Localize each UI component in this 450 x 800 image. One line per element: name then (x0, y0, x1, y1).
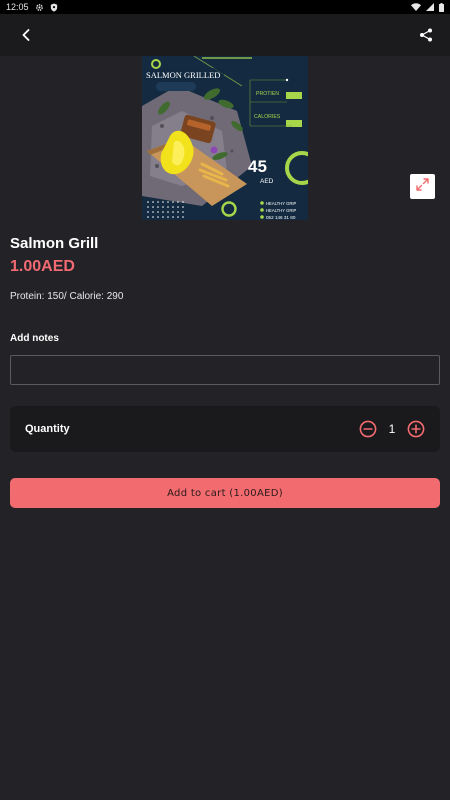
hero-contact-1: HEALTHY GRIP (266, 201, 297, 206)
wifi-icon (411, 3, 421, 11)
hero-contact-2: HEALTHY GRIP (266, 208, 297, 213)
add-to-cart-button[interactable]: Add to cart (1.00AED) (10, 478, 440, 508)
share-icon[interactable] (416, 25, 436, 45)
battery-icon (439, 2, 444, 12)
product-image: SALMON GRILLED PROTIEN CALORIES 45 AED H… (142, 56, 308, 220)
shield-icon (50, 2, 58, 12)
status-bar: 12:05 (0, 0, 450, 14)
expand-icon (416, 177, 429, 196)
cellular-icon (426, 3, 434, 11)
hero-price-number: 45 (248, 157, 267, 176)
quantity-stepper: 1 (359, 420, 425, 438)
product-description: Protein: 150/ Calorie: 290 (10, 291, 124, 302)
status-time: 12:05 (6, 2, 29, 12)
notes-input[interactable] (10, 355, 440, 385)
decrease-quantity-button[interactable] (359, 420, 377, 438)
product-title: Salmon Grill (10, 235, 99, 252)
app-bar (0, 14, 450, 56)
minus-circle-icon (359, 420, 377, 438)
back-arrow-icon[interactable] (16, 25, 36, 45)
hero-stat-calories: CALORIES (254, 114, 281, 120)
quantity-value: 1 (388, 422, 396, 436)
hero-contact-3: 052 146 31 80 (266, 215, 296, 220)
hero-stat-protein: PROTIEN (256, 91, 279, 97)
increase-quantity-button[interactable] (407, 420, 425, 438)
expand-image-button[interactable] (410, 174, 435, 199)
quantity-label: Quantity (25, 423, 70, 435)
quantity-card: Quantity 1 (10, 406, 440, 452)
add-to-cart-total: (1.00AED) (229, 487, 283, 499)
hero-price-currency: AED (260, 178, 274, 185)
notes-label: Add notes (10, 333, 59, 344)
product-price: 1.00AED (10, 258, 75, 275)
add-to-cart-label: Add to cart (167, 487, 226, 499)
hero-brand-heading: SALMON GRILLED (146, 70, 220, 80)
settings-icon (35, 3, 44, 12)
plus-circle-icon (407, 420, 425, 438)
